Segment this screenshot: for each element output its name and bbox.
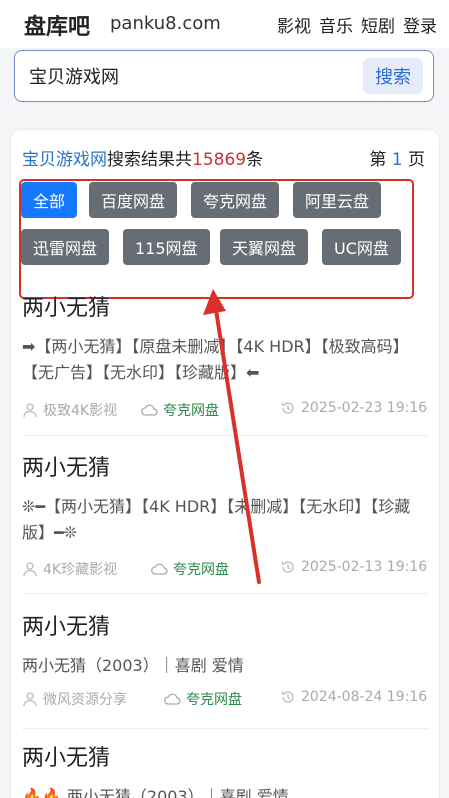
page-indicator: 第 1 页 [369, 145, 425, 170]
divider [22, 728, 428, 729]
history-icon [281, 691, 294, 703]
user-icon [23, 692, 37, 707]
disk-name: 夸克网盘 [163, 403, 219, 419]
time-text: 2025-02-13 19:16 [301, 559, 428, 575]
result-source: 极致4K影视 [22, 400, 117, 420]
result-meta: 4K珍藏影视 夸克网盘 2025-02-13 19:16 [22, 559, 428, 579]
result-item[interactable]: 两小无猜 两小无猜（2003）｜喜剧 爱情 微风资源分享 夸克网盘 2024-0… [22, 609, 428, 729]
search-keyword[interactable]: 宝贝游戏网 [22, 150, 107, 170]
page-prefix: 第 [369, 150, 387, 170]
summary-text: 搜索结果共 [107, 150, 192, 170]
nav-music[interactable]: 音乐 [319, 12, 353, 37]
search-input[interactable] [29, 62, 359, 90]
page-suffix: 页 [408, 150, 425, 170]
result-item[interactable]: 两小无猜 🔥🔥 两小无猜（2003）｜喜剧 爱情 [22, 740, 428, 798]
user-icon [23, 562, 37, 577]
result-time: 2024-08-24 19:16 [280, 689, 427, 705]
disk-name: 夸克网盘 [186, 692, 242, 708]
search-button[interactable]: 搜索 [363, 58, 423, 94]
page-number: 1 [391, 150, 403, 170]
result-meta: 微风资源分享 夸克网盘 2024-08-24 19:16 [22, 689, 428, 709]
result-summary: 宝贝游戏网搜索结果共15869条 [22, 145, 263, 170]
top-nav: 影视 音乐 短剧 登录 [277, 12, 437, 37]
time-text: 2024-08-24 19:16 [301, 689, 428, 705]
result-desc: ➡【两小无猜】【原盘未删减】【4K HDR】【极致高码】【无广告】【无水印】【珍… [22, 337, 409, 382]
search-bar: 搜索 [14, 50, 434, 102]
result-item[interactable]: 两小无猜 ➡【两小无猜】【原盘未删减】【4K HDR】【极致高码】【无广告】【无… [22, 290, 428, 436]
divider [22, 593, 428, 594]
top-bar: 盘库吧 panku8.com 影视 音乐 短剧 登录 [0, 0, 449, 48]
history-icon [281, 402, 294, 414]
disk-name: 夸克网盘 [173, 562, 229, 578]
result-source: 微风资源分享 [22, 689, 127, 709]
source-name: 极致4K影视 [43, 403, 118, 419]
filter-aliyun[interactable]: 阿里云盘 [293, 182, 382, 218]
source-name: 微风资源分享 [43, 692, 127, 708]
result-disk: 夸克网盘 [163, 689, 242, 709]
result-title[interactable]: 两小无猜 [22, 450, 428, 482]
history-icon [281, 561, 294, 573]
cloud-icon [151, 563, 168, 575]
site-domain: panku8.com [110, 13, 221, 34]
result-desc: 两小无猜（2003）｜喜剧 爱情 [22, 656, 244, 675]
result-desc: 🔥🔥 两小无猜（2003）｜喜剧 爱情 [22, 787, 289, 798]
result-source: 4K珍藏影视 [22, 559, 117, 579]
filter-baidu[interactable]: 百度网盘 [89, 182, 178, 218]
filter-xunlei[interactable]: 迅雷网盘 [21, 229, 110, 265]
disk-filter-group: 全部 百度网盘 夸克网盘 阿里云盘 迅雷网盘 115网盘 天翼网盘 UC网盘 [21, 182, 413, 298]
filter-quark[interactable]: 夸克网盘 [191, 182, 280, 218]
time-text: 2025-02-23 19:16 [301, 400, 428, 416]
filter-115[interactable]: 115网盘 [123, 229, 210, 265]
cloud-icon [141, 404, 158, 416]
nav-movies[interactable]: 影视 [277, 12, 311, 37]
source-name: 4K珍藏影视 [43, 562, 118, 578]
result-count: 15869 [192, 150, 247, 170]
result-meta: 极致4K影视 夸克网盘 2025-02-23 19:16 [22, 400, 428, 420]
site-logo[interactable]: 盘库吧 [24, 9, 90, 41]
result-item[interactable]: 两小无猜 ❊━【两小无猜】【4K HDR】【未删减】【无水印】【珍藏版】━❊ 4… [22, 450, 428, 594]
result-title[interactable]: 两小无猜 [22, 290, 428, 322]
result-title[interactable]: 两小无猜 [22, 609, 428, 641]
filter-all[interactable]: 全部 [21, 182, 78, 218]
result-desc: ❊━【两小无猜】【4K HDR】【未删减】【无水印】【珍藏版】━❊ [22, 497, 411, 542]
user-icon [23, 403, 37, 418]
result-time: 2025-02-23 19:16 [280, 400, 427, 416]
result-title[interactable]: 两小无猜 [22, 740, 428, 772]
result-time: 2025-02-13 19:16 [280, 559, 427, 575]
filter-uc[interactable]: UC网盘 [322, 229, 401, 265]
summary-suffix: 条 [246, 150, 264, 170]
result-disk: 夸克网盘 [140, 400, 219, 420]
divider [22, 435, 428, 436]
page: 盘库吧 panku8.com 影视 音乐 短剧 登录 搜索 宝贝游戏网搜索结果共… [0, 0, 449, 798]
nav-login[interactable]: 登录 [403, 12, 437, 37]
nav-short-drama[interactable]: 短剧 [361, 12, 395, 37]
cloud-icon [164, 693, 181, 705]
results-card: 宝贝游戏网搜索结果共15869条 第 1 页 全部 百度网盘 夸克网盘 阿里云盘… [11, 130, 439, 798]
result-disk: 夸克网盘 [150, 559, 229, 579]
filter-tianyi[interactable]: 天翼网盘 [220, 229, 309, 265]
